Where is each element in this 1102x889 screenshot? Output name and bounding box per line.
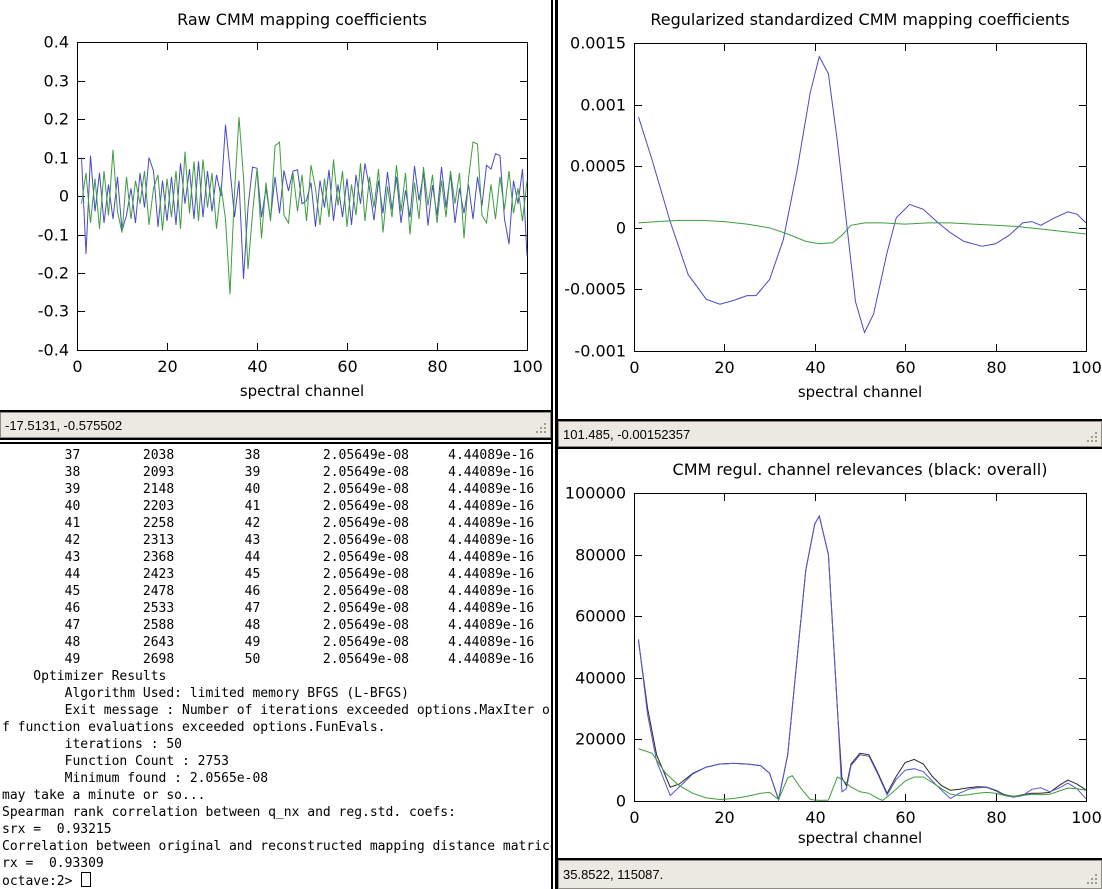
svg-text:100: 100 — [512, 357, 543, 376]
svg-text:0.0015: 0.0015 — [570, 34, 626, 53]
svg-text:0.001: 0.001 — [580, 96, 626, 115]
svg-text:80000: 80000 — [575, 546, 626, 565]
svg-text:40: 40 — [805, 358, 825, 377]
svg-text:40: 40 — [247, 357, 267, 376]
raw-coefficients-chart[interactable]: 0 20 40 60 80 100 0.4 0.3 0.2 0.1 0 -0.1 -0.2 -0.3 -0.… — [0, 0, 551, 410]
regularized-2-line — [639, 220, 1087, 243]
terminal-prompt: octave:2> — [2, 874, 80, 889]
svg-text:20: 20 — [714, 358, 734, 377]
svg-text:0: 0 — [59, 187, 69, 206]
x-axis-label-raw: spectral channel — [77, 382, 527, 400]
svg-text:100000: 100000 — [565, 484, 626, 503]
statusbar-relevances-coordinates: 35.8522, 115087. — [558, 860, 1102, 889]
cursor-coordinates-text: 101.485, -0.00152357 — [563, 427, 690, 442]
svg-text:-0.4: -0.4 — [38, 341, 69, 360]
svg-text:0: 0 — [629, 358, 639, 377]
regularized-coefficients-plot-window: Regularized standardized CMM mapping coe… — [558, 0, 1102, 419]
resize-grip-icon[interactable] — [1095, 882, 1097, 884]
coefficients-2-line — [82, 117, 528, 294]
terminal-prompt-line[interactable]: octave:2> — [0, 872, 551, 889]
svg-text:20: 20 — [714, 808, 734, 827]
svg-text:0.3: 0.3 — [44, 72, 69, 91]
regularized-coefficients-chart[interactable]: 0 20 40 60 80 100 0.0015 0.001 0.0005 0 -0.0005 -0.… — [558, 0, 1102, 419]
svg-text:80: 80 — [986, 808, 1006, 827]
octave-gnuplot-workspace: Raw CMM mapping coefficients 02040608010… — [0, 0, 1102, 889]
window-border — [0, 438, 551, 440]
svg-text:0.2: 0.2 — [44, 110, 69, 129]
svg-text:-0.2: -0.2 — [38, 264, 69, 283]
svg-text:-0.3: -0.3 — [38, 302, 69, 321]
statusbar-raw-coordinates: -17.5131, -0.575502 — [0, 412, 551, 438]
svg-text:40000: 40000 — [575, 669, 626, 688]
octave-terminal-window: 37 2038 38 2.05649e-08 4.44089e-16 38 20… — [0, 444, 551, 889]
raw-coefficients-plot-window: Raw CMM mapping coefficients 02040608010… — [0, 0, 551, 410]
x-axis-label-relevances: spectral channel — [634, 829, 1086, 847]
svg-text:60000: 60000 — [575, 607, 626, 626]
svg-text:20: 20 — [157, 357, 177, 376]
channel-relevances-chart[interactable]: 0 20 40 60 80 100 100000 80000 60000 40000 20000 0 — [558, 449, 1102, 858]
svg-text:0: 0 — [616, 792, 626, 811]
statusbar-regularized-coordinates: 101.485, -0.00152357 — [558, 421, 1102, 447]
overall-relevance-line — [639, 516, 1087, 799]
svg-text:-0.1: -0.1 — [38, 226, 69, 245]
svg-text:-0.0005: -0.0005 — [564, 280, 626, 299]
svg-text:60: 60 — [895, 358, 915, 377]
terminal-cursor — [81, 872, 91, 887]
svg-text:100: 100 — [1071, 358, 1102, 377]
x-axis-label-regularized: spectral channel — [634, 383, 1086, 401]
svg-text:0: 0 — [616, 219, 626, 238]
svg-text:-0.001: -0.001 — [574, 342, 626, 361]
svg-text:20000: 20000 — [575, 730, 626, 749]
svg-text:80: 80 — [427, 357, 447, 376]
cursor-coordinates-text: 35.8522, 115087. — [563, 867, 663, 882]
regularized-1-line — [639, 57, 1087, 333]
resize-grip-icon[interactable] — [544, 431, 546, 433]
resize-grip-icon[interactable] — [1095, 440, 1097, 442]
svg-text:0: 0 — [629, 808, 639, 827]
relevance-1-line — [639, 516, 1087, 800]
svg-text:0: 0 — [72, 357, 82, 376]
relevance-2-line — [639, 749, 1087, 801]
svg-text:0.1: 0.1 — [44, 149, 69, 168]
terminal-output[interactable]: 37 2038 38 2.05649e-08 4.44089e-16 38 20… — [0, 444, 551, 872]
svg-text:60: 60 — [337, 357, 357, 376]
cursor-coordinates-text: -17.5131, -0.575502 — [5, 418, 122, 433]
svg-text:0.0005: 0.0005 — [570, 157, 626, 176]
svg-text:0.4: 0.4 — [44, 33, 69, 52]
svg-text:100: 100 — [1071, 808, 1102, 827]
svg-text:80: 80 — [986, 358, 1006, 377]
channel-relevances-plot-window: CMM regul. channel relevances (black: ov… — [558, 449, 1102, 858]
svg-text:60: 60 — [895, 808, 915, 827]
svg-text:40: 40 — [805, 808, 825, 827]
